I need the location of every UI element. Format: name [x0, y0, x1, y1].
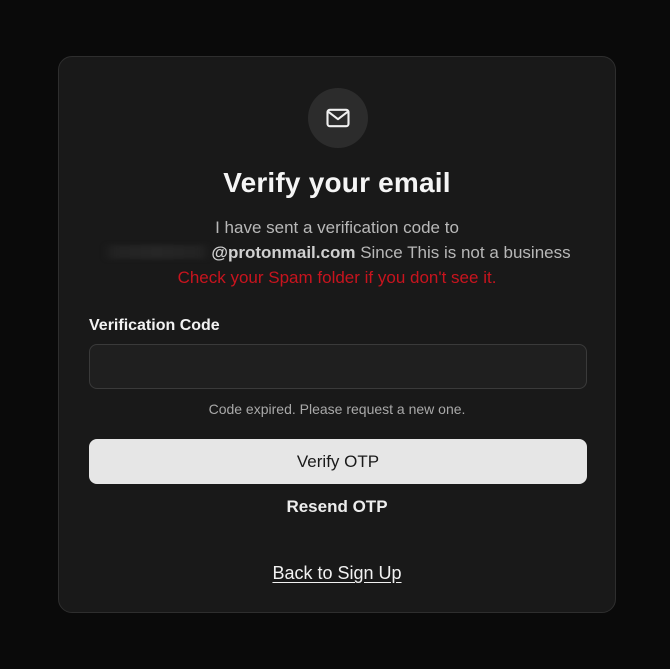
email-domain: @protonmail.com — [211, 243, 356, 262]
back-to-sign-up-link[interactable]: Back to Sign Up — [272, 563, 401, 583]
resend-otp-button[interactable]: Resend OTP — [59, 497, 615, 517]
code-status-message: Code expired. Please request a new one. — [208, 401, 466, 417]
verify-email-card: Verify your email I have sent a verifica… — [58, 56, 616, 613]
message-line-2: @protonmail.com Since This is not a busi… — [59, 240, 615, 265]
mail-icon-badge — [308, 88, 368, 148]
redacted-email-local-part — [103, 245, 212, 259]
back-link-container: Back to Sign Up — [59, 563, 615, 584]
spam-warning: Check your Spam folder if you don't see … — [177, 268, 497, 287]
mail-icon — [326, 108, 350, 128]
verification-code-input[interactable] — [89, 344, 587, 389]
message-line-1: I have sent a verification code to — [215, 218, 459, 237]
message-line-2-suffix: Since This is not a business — [355, 243, 571, 262]
verification-code-label: Verification Code — [89, 317, 220, 334]
page-title: Verify your email — [223, 167, 451, 198]
verify-otp-button[interactable]: Verify OTP — [89, 439, 587, 484]
verification-message: I have sent a verification code to @prot… — [59, 215, 615, 290]
